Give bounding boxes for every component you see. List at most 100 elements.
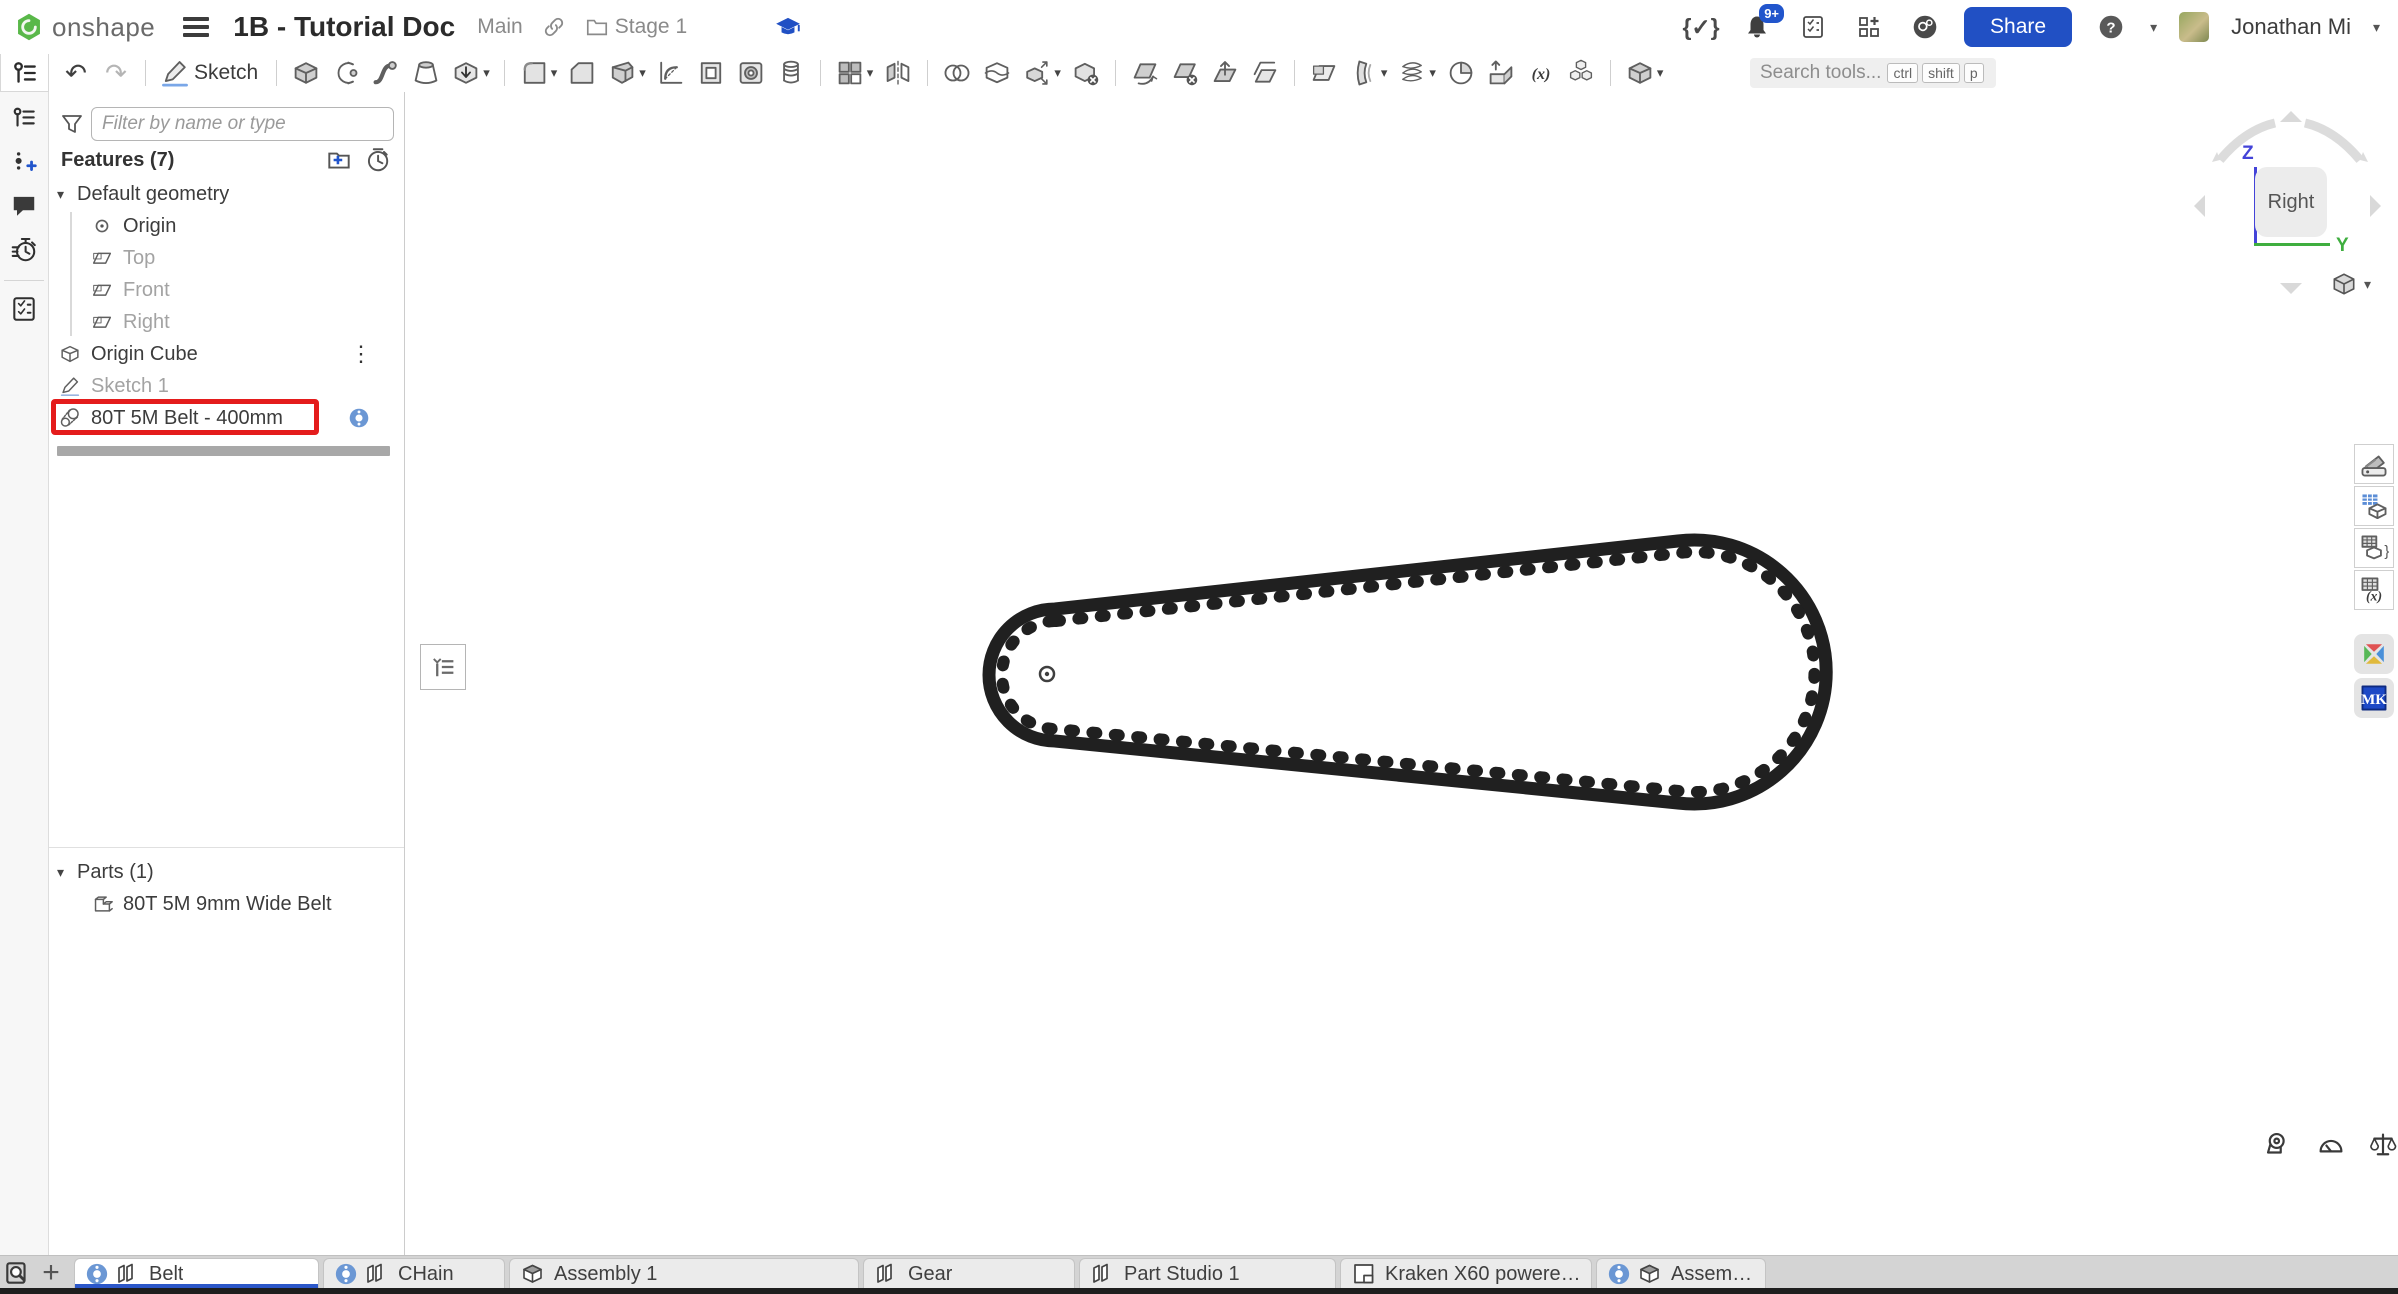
toolbar-variable-button[interactable]: (x)	[1522, 56, 1560, 90]
row-overflow-menu[interactable]: ⋮	[350, 344, 370, 364]
document-location[interactable]: Stage 1	[585, 15, 687, 39]
toolbar-surface-button[interactable]: ▾	[1345, 56, 1392, 90]
right-app-color-icon[interactable]	[2354, 634, 2394, 674]
panel-collapse-tab[interactable]	[420, 644, 466, 690]
add-folder-icon[interactable]	[324, 145, 354, 175]
tab-assembly-1[interactable]: Assembly 1	[509, 1258, 859, 1289]
toolbar-split-button[interactable]	[978, 56, 1016, 90]
main-menu-icon[interactable]	[183, 17, 209, 37]
workspace-name[interactable]: Main	[477, 15, 523, 39]
toolbar-modify-fillet-button[interactable]	[1126, 56, 1164, 90]
tab-search-icon[interactable]	[0, 1256, 34, 1289]
search-tools-button[interactable]: Search tools... ctrlshiftp	[1750, 58, 1996, 88]
feature-row-default-geometry[interactable]: ▾Default geometry	[49, 178, 404, 210]
view-options-button[interactable]: ▾	[2330, 270, 2371, 298]
parts-caret-down-icon[interactable]: ▾	[57, 864, 77, 881]
feature-row-80t-5m-belt-400mm[interactable]: 80T 5M Belt - 400mm	[49, 402, 404, 434]
tab-chain[interactable]: CHain	[323, 1258, 505, 1289]
tab-belt[interactable]: Belt	[74, 1258, 319, 1289]
rail-insert-feature-icon[interactable]	[6, 144, 42, 180]
toolbar-revolve-button[interactable]	[327, 56, 365, 90]
toolbar-primitives-button[interactable]: ▾	[1621, 56, 1668, 90]
parts-header[interactable]: ▾ Parts (1)	[49, 856, 404, 888]
feature-row-front[interactable]: Front	[49, 274, 404, 306]
toolbar-transform-button[interactable]: ▾	[1018, 56, 1065, 90]
rollback-history-icon[interactable]	[362, 145, 392, 175]
toolbar-delete-part-button[interactable]	[1067, 56, 1105, 90]
user-chevron-down-icon[interactable]: ▾	[2373, 19, 2380, 36]
view-rotate-left-arrow[interactable]	[2194, 195, 2205, 217]
toolbar-fillet-button[interactable]: ▾	[515, 56, 562, 90]
feature-row-origin[interactable]: Origin	[49, 210, 404, 242]
rail-history-icon[interactable]	[6, 232, 42, 268]
toolbar-rib-button[interactable]	[652, 56, 690, 90]
document-title[interactable]: 1B - Tutorial Doc	[233, 11, 455, 43]
notifications-bell-icon[interactable]: 9+	[1740, 10, 1774, 44]
toolbar-shell-button[interactable]	[692, 56, 730, 90]
toolbar-sweep-button[interactable]	[367, 56, 405, 90]
share-button[interactable]: Share	[1964, 7, 2072, 47]
rail-feature-list-icon[interactable]	[6, 100, 42, 136]
measure-icon[interactable]	[2262, 1128, 2296, 1162]
toolbar-custom-feature-button[interactable]	[1562, 56, 1600, 90]
view-rotate-down-arrow[interactable]	[2280, 283, 2302, 294]
feature-row-sketch-1[interactable]: Sketch 1	[49, 370, 404, 402]
toolbar-sketch-button[interactable]: Sketch	[156, 56, 266, 90]
belt-part-graphic[interactable]	[405, 92, 2398, 1255]
filter-input[interactable]	[91, 107, 394, 141]
learning-center-icon[interactable]	[771, 10, 805, 44]
toolbar-thread-button[interactable]	[772, 56, 810, 90]
toolbar-redo-button[interactable]: ↷	[97, 56, 135, 90]
right-configurations-icon[interactable]: }	[2354, 528, 2394, 568]
belt-teeth[interactable]	[1002, 552, 1814, 792]
feature-list-toggle-button[interactable]	[0, 54, 49, 92]
toolbar-plane-button[interactable]	[1305, 56, 1343, 90]
toolbar-chamfer-button[interactable]	[563, 56, 601, 90]
view-rotate-right-arrow[interactable]	[2370, 195, 2381, 217]
tasks-checklist-icon[interactable]	[1796, 10, 1830, 44]
origin-marker[interactable]	[1040, 667, 1054, 681]
filter-icon[interactable]	[59, 111, 85, 137]
toolbar-delete-face-button[interactable]	[1166, 56, 1204, 90]
right-bom-table-icon[interactable]	[2354, 486, 2394, 526]
feature-script-icon[interactable]: {✓}	[1684, 10, 1718, 44]
toolbar-offset-surface-button[interactable]	[1246, 56, 1284, 90]
version-link-icon[interactable]	[537, 10, 571, 44]
ai-assistant-icon[interactable]	[1908, 10, 1942, 44]
tab-gear[interactable]: Gear	[863, 1258, 1075, 1289]
model-canvas[interactable]: Right Z Y ▾	[405, 92, 2398, 1255]
right-variable-table-icon[interactable]: (x)	[2354, 570, 2394, 610]
help-icon[interactable]: ?	[2094, 10, 2128, 44]
toolbar-move-face-button[interactable]	[1206, 56, 1244, 90]
rollback-bar[interactable]	[57, 446, 390, 456]
user-name[interactable]: Jonathan Mi	[2231, 14, 2351, 40]
toolbar-undo-button[interactable]: ↶	[57, 56, 95, 90]
tab-part-studio-1[interactable]: Part Studio 1	[1079, 1258, 1336, 1289]
toolbar-fill-button[interactable]	[1442, 56, 1480, 90]
toolbar-draft-button[interactable]: ▾	[603, 56, 650, 90]
view-cube-face[interactable]: Right	[2255, 167, 2327, 237]
toolbar-boolean-button[interactable]	[938, 56, 976, 90]
part-row-80t-5m-9mm-wide-belt[interactable]: 80T 5M 9mm Wide Belt	[49, 888, 404, 920]
mass-properties-icon[interactable]	[2366, 1128, 2398, 1162]
onshape-logo[interactable]: onshape	[14, 12, 155, 43]
right-app-mk-icon[interactable]: MK	[2354, 678, 2394, 718]
right-appearance-panel-icon[interactable]	[2354, 444, 2394, 484]
app-store-icon[interactable]	[1852, 10, 1886, 44]
toolbar-thicken-button[interactable]: ▾	[447, 56, 494, 90]
toolbar-helix-button[interactable]: ▾	[1393, 56, 1440, 90]
rail-comments-icon[interactable]	[6, 188, 42, 224]
tree-caret-down-icon[interactable]: ▾	[57, 186, 77, 203]
toolbar-extrude-button[interactable]	[287, 56, 325, 90]
toolbar-linear-pattern-button[interactable]: ▾	[831, 56, 878, 90]
toolbar-loft-button[interactable]	[407, 56, 445, 90]
toolbar-hole-button[interactable]	[732, 56, 770, 90]
toolbar-mirror-button[interactable]	[879, 56, 917, 90]
feature-row-top[interactable]: Top	[49, 242, 404, 274]
protractor-icon[interactable]	[2314, 1128, 2348, 1162]
view-rotate-up-arrow[interactable]	[2280, 111, 2302, 122]
feature-row-origin-cube[interactable]: Origin Cube⋮	[49, 338, 404, 370]
toolbar-sheet-metal-button[interactable]	[1482, 56, 1520, 90]
user-avatar[interactable]	[2179, 12, 2209, 42]
help-chevron-down-icon[interactable]: ▾	[2150, 19, 2157, 36]
